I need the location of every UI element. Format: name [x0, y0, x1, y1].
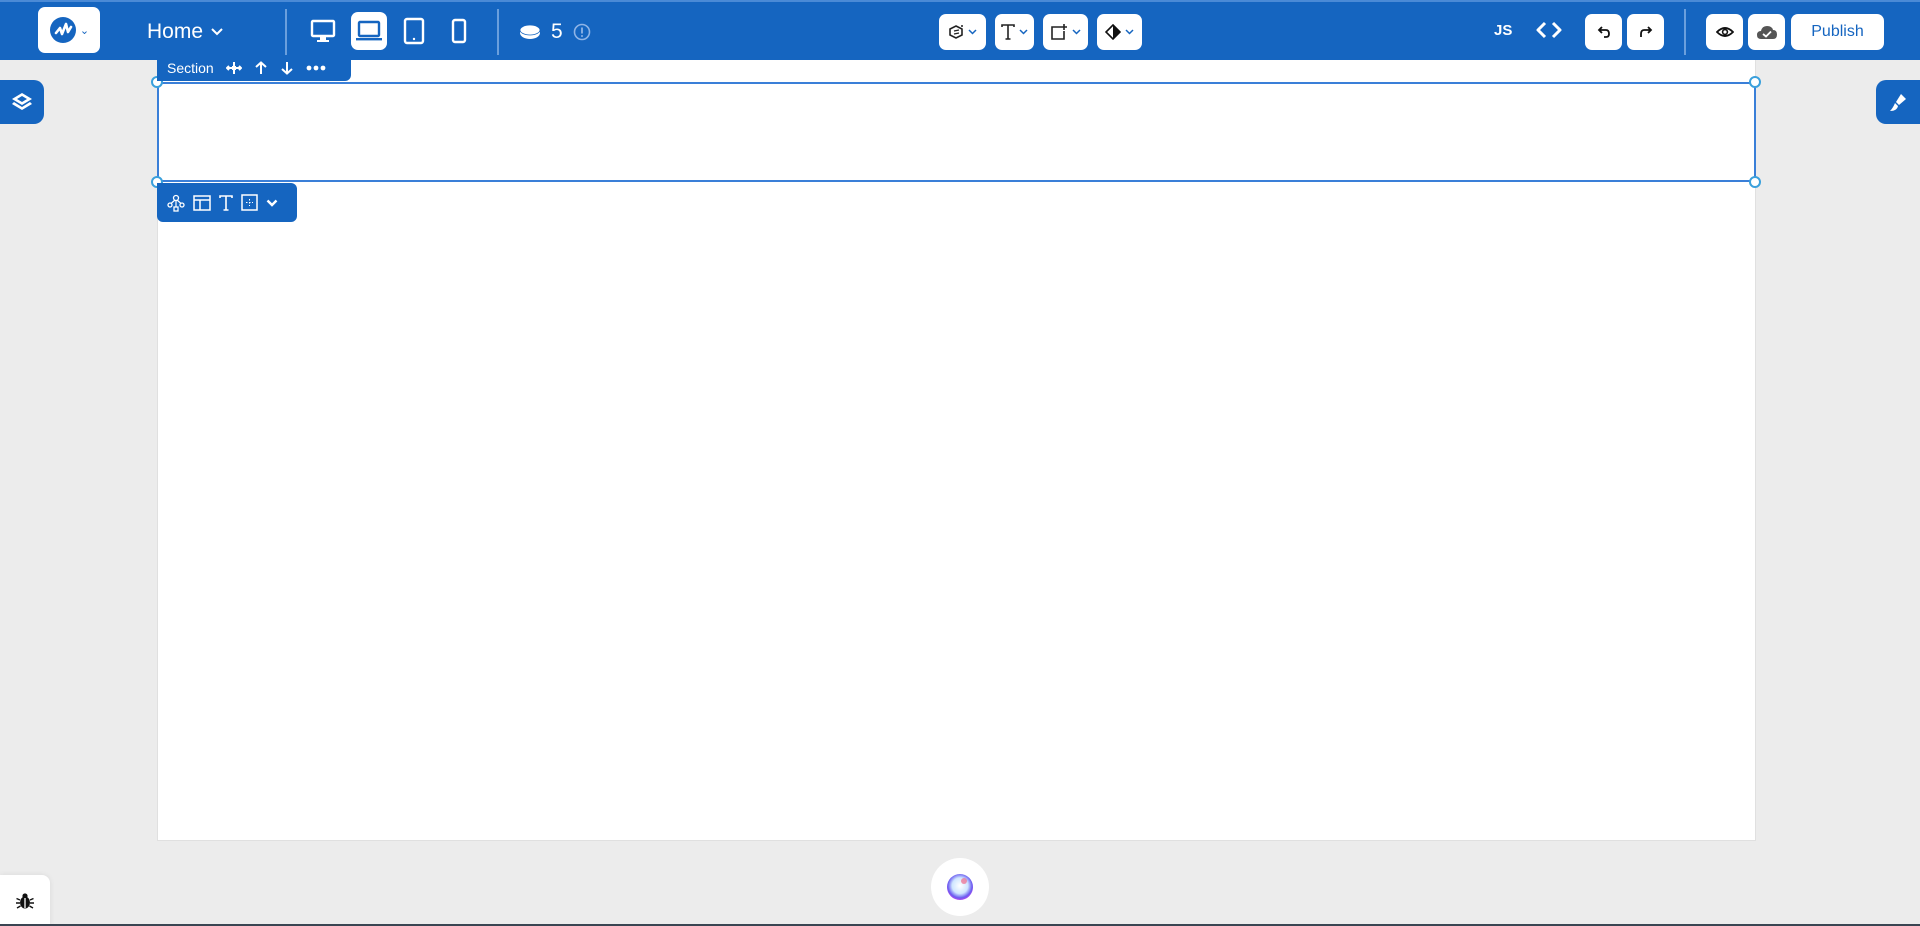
- text-icon[interactable]: [219, 194, 233, 211]
- cloud-check-icon: [1756, 26, 1777, 39]
- more-options-icon[interactable]: [306, 65, 326, 71]
- ai-assistant-button[interactable]: [931, 858, 989, 916]
- tablet-icon: [403, 17, 425, 45]
- code-editor-button[interactable]: [1535, 20, 1563, 45]
- logo-menu-button[interactable]: ⌄: [38, 7, 100, 53]
- laptop-icon: [356, 20, 382, 41]
- eye-icon: [1715, 27, 1734, 37]
- desktop-icon: [310, 19, 336, 42]
- resize-handle-top-right[interactable]: [1749, 76, 1761, 88]
- page-selector[interactable]: Home: [147, 16, 223, 48]
- top-toolbar: ⌄ Home 5 JS Publish: [0, 0, 1920, 60]
- brand-logo-icon: [49, 17, 76, 43]
- paintbrush-icon: [1890, 94, 1906, 111]
- layout-icon[interactable]: [193, 194, 211, 211]
- section-label: Section: [167, 60, 214, 76]
- section-toolbar: Section: [157, 55, 351, 81]
- credits-indicator[interactable]: 5: [519, 16, 591, 48]
- custom-js-button[interactable]: JS: [1494, 22, 1512, 39]
- components-icon: [949, 25, 963, 39]
- components-tool-button[interactable]: [939, 14, 986, 50]
- device-tablet-button[interactable]: [396, 12, 432, 50]
- debug-button[interactable]: [0, 875, 50, 926]
- chevron-down-icon[interactable]: [266, 199, 278, 207]
- add-element-toolbar: [157, 183, 297, 222]
- move-up-icon[interactable]: [254, 61, 268, 75]
- undo-icon: [1597, 26, 1610, 38]
- chevron-down-icon: [968, 29, 977, 35]
- layers-panel-button[interactable]: [0, 80, 44, 124]
- move-icon[interactable]: [225, 61, 242, 75]
- contrast-icon: [1105, 24, 1121, 40]
- container-icon[interactable]: [241, 194, 258, 211]
- chevron-down-icon: [211, 28, 223, 36]
- save-cloud-button[interactable]: [1748, 14, 1785, 50]
- divider: [497, 9, 499, 55]
- chevron-down-icon: ⌄: [79, 24, 90, 37]
- undo-button[interactable]: [1585, 14, 1622, 50]
- device-laptop-button[interactable]: [351, 12, 387, 50]
- preview-button[interactable]: [1706, 14, 1743, 50]
- chevron-down-icon: [1019, 29, 1028, 35]
- redo-icon: [1639, 26, 1652, 37]
- ai-orb-icon: [947, 874, 973, 900]
- selected-section[interactable]: [157, 82, 1756, 182]
- add-element-tool-button[interactable]: [1043, 14, 1088, 50]
- publish-button[interactable]: Publish: [1791, 14, 1884, 50]
- move-down-icon[interactable]: [280, 61, 294, 75]
- chevron-down-icon: [1072, 29, 1081, 35]
- mobile-icon: [451, 18, 467, 44]
- divider: [1684, 9, 1686, 55]
- bug-icon: [16, 892, 34, 909]
- resize-handle-bottom-right[interactable]: [1749, 176, 1761, 188]
- chevron-down-icon: [1125, 29, 1134, 35]
- theme-tool-button[interactable]: [1097, 14, 1142, 50]
- info-icon[interactable]: [573, 23, 591, 41]
- device-desktop-button[interactable]: [305, 12, 341, 50]
- divider: [285, 9, 287, 55]
- code-icon: [1536, 21, 1562, 39]
- text-icon: [1001, 24, 1015, 40]
- layers-icon: [12, 93, 32, 110]
- style-panel-button[interactable]: [1876, 80, 1920, 124]
- device-mobile-button[interactable]: [441, 12, 477, 50]
- page-selector-label: Home: [147, 20, 204, 43]
- add-element-icon: [1051, 24, 1067, 40]
- text-tool-button[interactable]: [995, 14, 1034, 50]
- credits-count: 5: [551, 20, 563, 43]
- credits-coin-icon: [519, 24, 541, 39]
- components-tree-icon[interactable]: [167, 194, 185, 212]
- redo-button[interactable]: [1627, 14, 1664, 50]
